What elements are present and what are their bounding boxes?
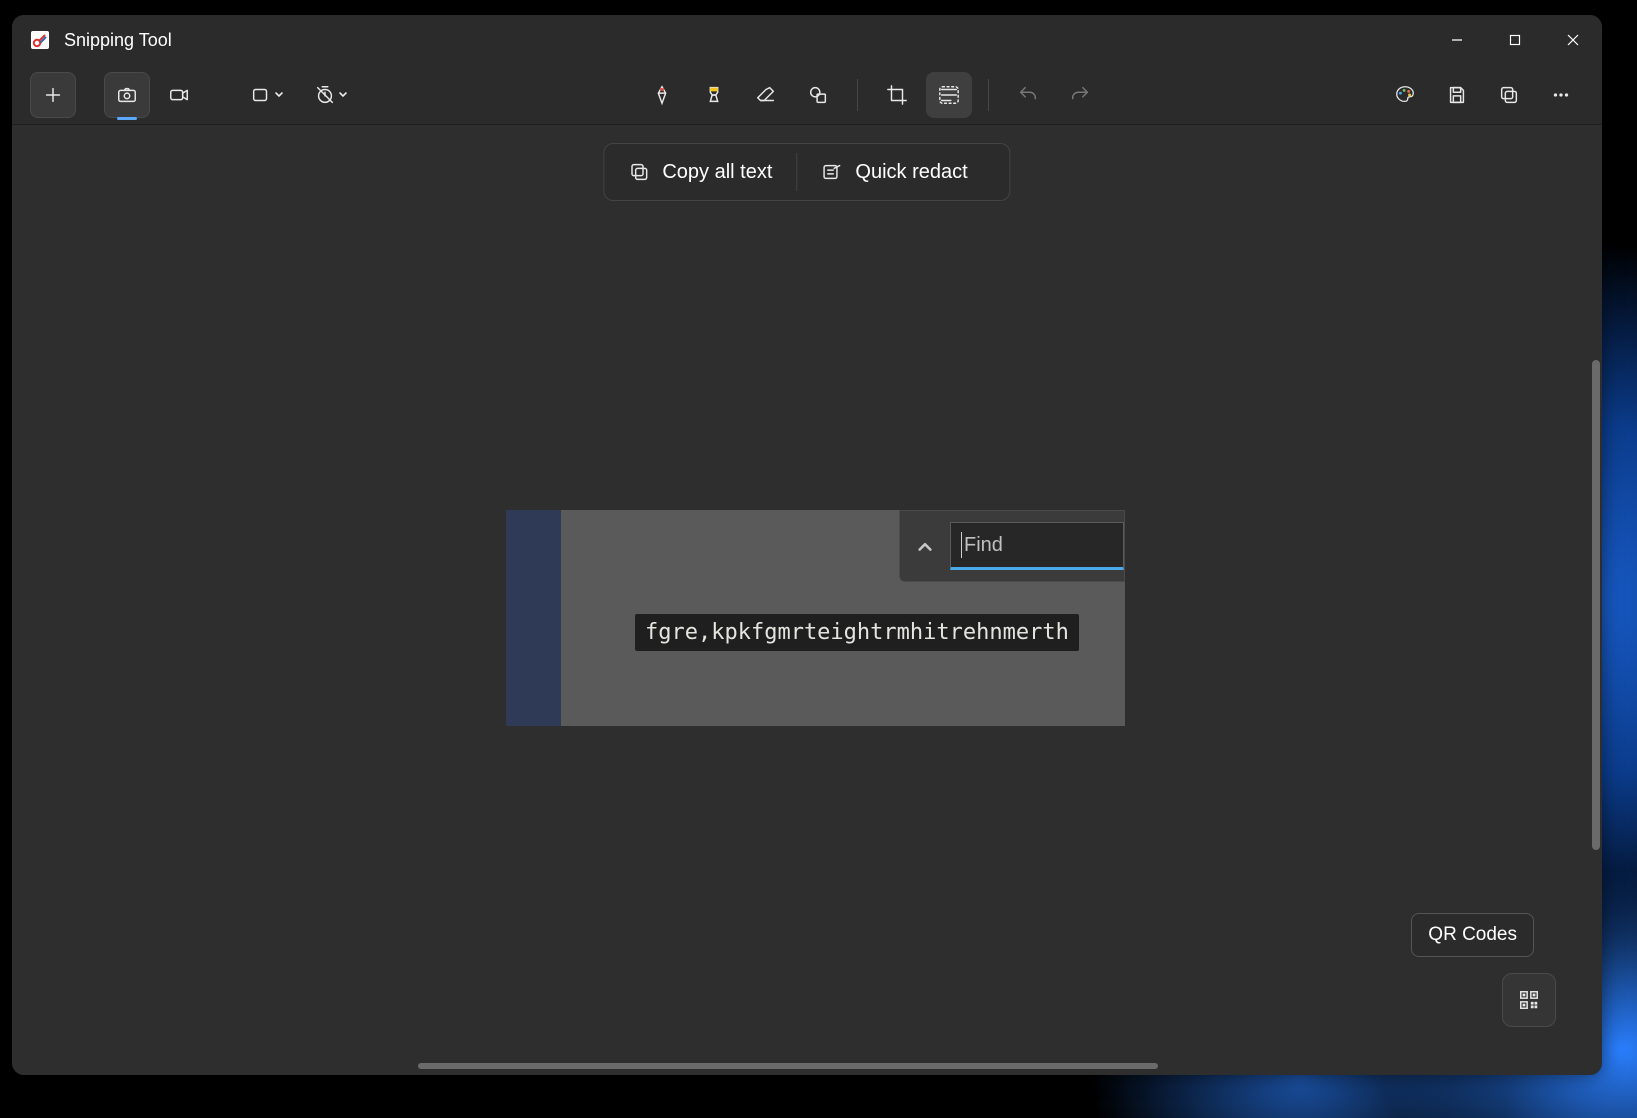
quick-redact-dropdown[interactable]: [992, 163, 1010, 181]
new-snip-button[interactable]: [30, 72, 76, 118]
text-action-bar: Copy all text Quick redact: [603, 143, 1010, 201]
highlighter-tool-button[interactable]: [691, 72, 737, 118]
qr-codes-tooltip: QR Codes: [1411, 913, 1534, 957]
crop-tool-button[interactable]: [874, 72, 920, 118]
undo-button[interactable]: [1005, 72, 1051, 118]
text-actions-button[interactable]: [926, 72, 972, 118]
close-button[interactable]: [1544, 15, 1602, 65]
canvas[interactable]: Copy all text Quick redact: [12, 125, 1602, 1075]
find-input[interactable]: Find: [950, 522, 1124, 570]
toolbar-separator: [857, 79, 858, 111]
maximize-button[interactable]: [1486, 15, 1544, 65]
qr-codes-button[interactable]: [1502, 973, 1556, 1027]
quick-redact-button[interactable]: Quick redact: [797, 144, 991, 200]
shapes-tool-button[interactable]: [795, 72, 841, 118]
copy-all-text-label: Copy all text: [662, 161, 772, 184]
screenshot-mode-button[interactable]: [104, 72, 150, 118]
capture-sidebar-strip: [506, 510, 561, 726]
window-title: Snipping Tool: [64, 30, 172, 51]
redo-button[interactable]: [1057, 72, 1103, 118]
vertical-scrollbar[interactable]: [1592, 360, 1600, 850]
snip-shape-button[interactable]: [238, 72, 296, 118]
find-placeholder: Find: [964, 534, 1003, 557]
copy-button[interactable]: [1486, 72, 1532, 118]
text-caret: [961, 532, 962, 558]
more-button[interactable]: [1538, 72, 1584, 118]
save-button[interactable]: [1434, 72, 1480, 118]
eraser-tool-button[interactable]: [743, 72, 789, 118]
video-mode-button[interactable]: [156, 72, 202, 118]
horizontal-scrollbar[interactable]: [418, 1063, 1158, 1069]
minimize-button[interactable]: [1428, 15, 1486, 65]
captured-image[interactable]: Find fgre,kpkfgmrteightrmhitrehnmerth: [506, 510, 1125, 726]
copy-all-text-button[interactable]: Copy all text: [604, 144, 796, 200]
toolbar: [12, 65, 1602, 125]
delay-button[interactable]: [302, 72, 360, 118]
app-icon: [30, 30, 50, 50]
find-collapse-button[interactable]: [900, 511, 950, 581]
quick-redact-label: Quick redact: [855, 161, 967, 184]
highlighted-text[interactable]: fgre,kpkfgmrteightrmhitrehnmerth: [635, 614, 1079, 651]
toolbar-separator: [988, 79, 989, 111]
pen-tool-button[interactable]: [639, 72, 685, 118]
titlebar: Snipping Tool: [12, 15, 1602, 65]
find-bar: Find: [899, 510, 1125, 582]
capture-body: Find fgre,kpkfgmrteightrmhitrehnmerth: [561, 510, 1125, 726]
paint-edit-button[interactable]: [1382, 72, 1428, 118]
app-window: Snipping Tool: [12, 15, 1602, 1075]
